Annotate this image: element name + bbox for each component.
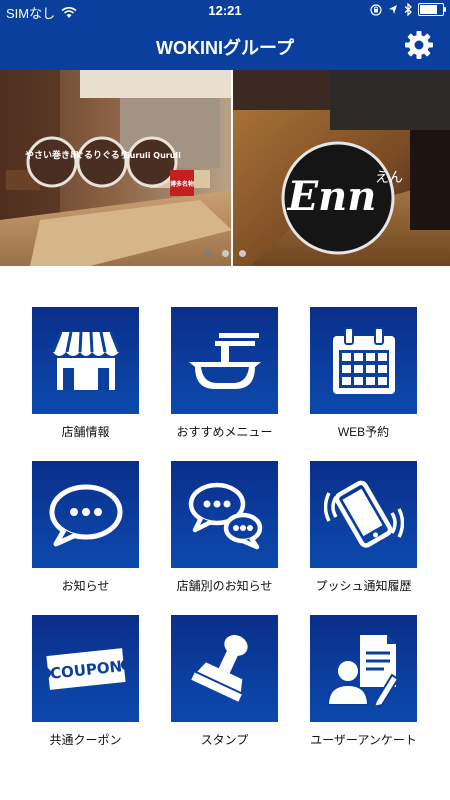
survey-tile-box[interactable] [310,615,417,722]
bluetooth-icon [404,3,412,16]
logo-text-guruli: Guruli Quruli [123,151,181,160]
tile-label: スタンプ [200,733,249,747]
coupon-tile-box[interactable]: COUPON [32,615,139,722]
carousel-dot[interactable] [221,250,229,257]
page-title: WOKINIグループ [156,38,294,58]
status-right [370,3,446,16]
banner-image: やさい巻き串 ぐるりぐるり Guruli Quruli 博多名物 Enn えん [0,70,450,266]
news-tile-box[interactable] [32,461,139,568]
logo-text-hakata: 博多名物 [170,180,194,188]
calendar-icon [332,326,395,394]
tile-label: プッシュ通知履歴 [315,579,412,593]
shop-news-tile-box[interactable] [171,461,278,568]
stamp-icon [190,634,248,702]
status-bar: SIMなし 12:21 [0,0,450,22]
speech-bubble-icon [49,484,122,546]
shop-icon [51,330,120,390]
tile-label: おすすめメニュー [176,425,273,439]
orientation-lock-icon [370,3,382,16]
carousel-dot[interactable] [204,250,212,257]
reserve-tile-box[interactable] [310,307,417,414]
bowl-icon [188,332,261,389]
logo-text-gururi: ぐるりぐるり [75,150,129,161]
gear-icon[interactable] [404,30,434,60]
menu-tile-web-reserve[interactable]: WEB予約 [310,307,417,440]
push-tile-box[interactable] [310,461,417,568]
carousel-dots [0,250,450,257]
menu-tile-news[interactable]: お知らせ [32,461,139,594]
tile-label: お知らせ [61,579,110,593]
tile-label: ユーザーアンケート [310,733,417,747]
menu-tile-shop-info[interactable]: 店舗情報 [32,307,139,440]
carousel-dot[interactable] [238,250,246,257]
menu-tile-shop-news[interactable]: 店舗別のお知らせ [171,461,278,594]
location-icon [389,4,397,14]
survey-icon [326,634,399,707]
nav-bar: WOKINIグループ [0,22,450,70]
tile-label: 店舗情報 [61,425,110,439]
menu-tile-recommend[interactable]: おすすめメニュー [171,307,278,440]
tile-label: 店舗別のお知らせ [176,579,273,593]
logo-text-yasai: やさい巻き串 [25,149,79,161]
menu-tile-survey[interactable]: ユーザーアンケート [310,615,417,748]
chat-bubbles-icon [188,482,262,549]
recommend-tile-box[interactable] [171,307,278,414]
menu-tile-coupon[interactable]: COUPON 共通クーポン [32,615,139,748]
menu-tile-push-history[interactable]: プッシュ通知履歴 [310,461,417,594]
banner-carousel[interactable]: やさい巻き串 ぐるりぐるり Guruli Quruli 博多名物 Enn えん [0,70,450,266]
logo-text-en: えん [375,170,403,186]
tile-label: WEB予約 [337,425,390,439]
shop-tile-box[interactable] [32,307,139,414]
battery-icon [418,3,446,16]
coupon-icon: COUPON [45,647,126,690]
logo-text-enn: Enn [287,173,377,220]
stamp-tile-box[interactable] [171,615,278,722]
tile-label: 共通クーポン [49,733,122,747]
menu-tile-stamp[interactable]: スタンプ [171,615,278,748]
vibrating-phone-icon [323,480,404,548]
